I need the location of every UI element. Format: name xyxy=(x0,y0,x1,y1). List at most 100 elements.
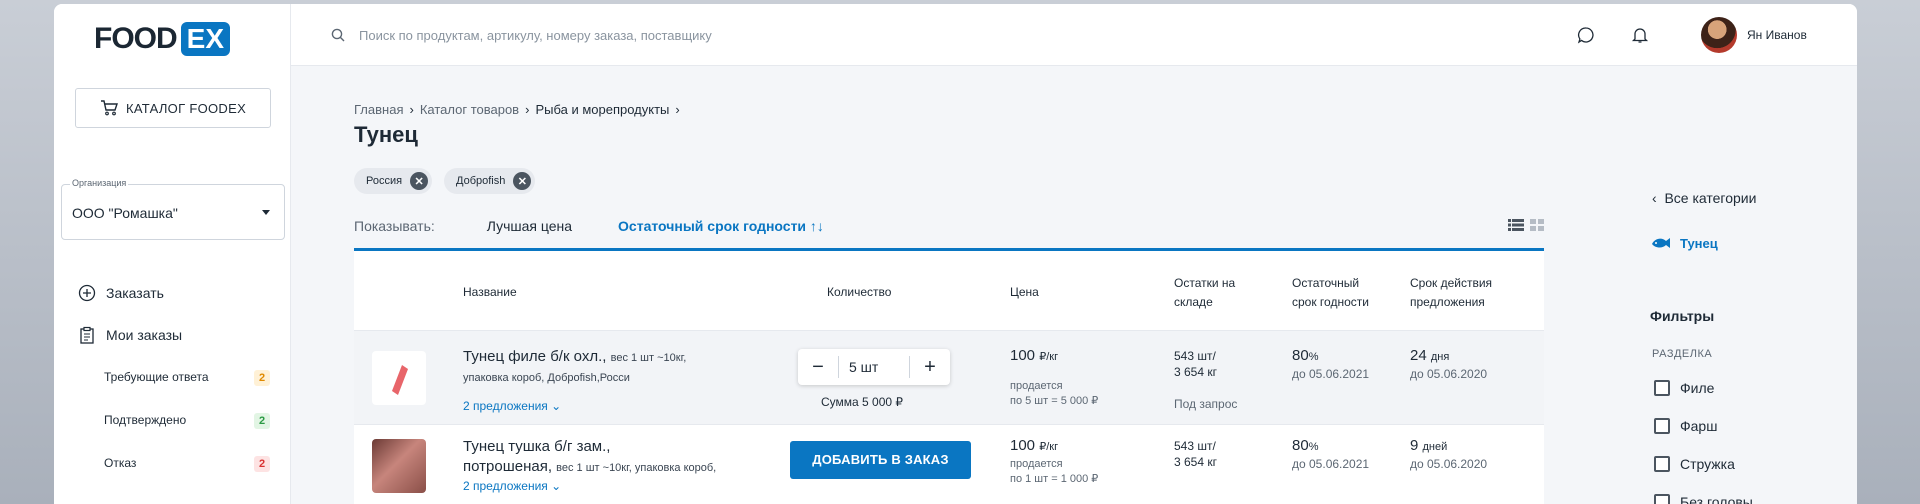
filter-option-label: Филе xyxy=(1680,380,1715,396)
validity-date: до 05.06.2020 xyxy=(1410,457,1488,471)
search-input[interactable] xyxy=(359,22,1259,48)
count-badge: 2 xyxy=(254,413,270,429)
chat-icon[interactable] xyxy=(1577,26,1595,44)
current-category[interactable]: Тунец xyxy=(1650,234,1718,252)
sort-best-price[interactable]: Лучшая цена xyxy=(487,218,572,234)
menu-item-label: Мои заказы xyxy=(106,327,183,343)
filter-option-flakes[interactable]: Стружка xyxy=(1654,456,1735,472)
header-shelf-line2[interactable]: срок годности xyxy=(1292,293,1369,312)
shelf-life-value: 80 xyxy=(1292,437,1309,454)
price: 100 ₽/кг xyxy=(1010,437,1058,454)
checkbox[interactable] xyxy=(1654,456,1670,472)
validity-date: до 05.06.2020 xyxy=(1410,367,1488,381)
stock-weight: 3 654 кг xyxy=(1174,455,1217,469)
header-validity-line1[interactable]: Срок действия xyxy=(1410,274,1492,293)
organization-label: Организация xyxy=(70,178,129,188)
offer-validity: 9 дней xyxy=(1410,437,1447,454)
table-header: Название Количество Цена Остатки на скла… xyxy=(354,251,1544,331)
validity-unit: дня xyxy=(1430,351,1450,363)
all-categories-link[interactable]: ‹ Все категории xyxy=(1652,190,1756,206)
checkbox[interactable] xyxy=(1654,494,1670,504)
shelf-life: 80% xyxy=(1292,347,1318,364)
breadcrumb-catalog[interactable]: Каталог товаров xyxy=(420,102,519,117)
filter-option-label: Без головы xyxy=(1680,494,1753,504)
filters-panel: ‹ Все категории Тунец Фильтры РАЗДЕЛКА Ф… xyxy=(1602,66,1857,504)
filters-title: Фильтры xyxy=(1650,308,1715,324)
shelf-life-unit: % xyxy=(1308,351,1319,363)
price-note: по 1 шт = 1 000 ₽ xyxy=(1010,473,1099,485)
shelf-life-date: до 05.06.2021 xyxy=(1292,367,1370,381)
price: 100 ₽/кг xyxy=(1010,347,1058,364)
filter-group-title: РАЗДЕЛКА xyxy=(1652,348,1713,360)
header-price[interactable]: Цена xyxy=(1010,283,1039,302)
bell-icon[interactable] xyxy=(1631,26,1649,44)
close-icon[interactable]: ✕ xyxy=(513,172,532,190)
filter-option-headless[interactable]: Без головы xyxy=(1654,494,1753,504)
caret-down-icon xyxy=(262,210,270,215)
filter-option-fillet[interactable]: Филе xyxy=(1654,380,1714,396)
table-row[interactable]: Тунец тушка б/г зам., потрошеная, вес 1 … xyxy=(354,425,1544,504)
chevron-down-icon: ⌄ xyxy=(551,479,562,493)
breadcrumb-home[interactable]: Главная xyxy=(354,102,403,117)
logo[interactable]: FOOD EX xyxy=(94,22,231,56)
search-icon xyxy=(331,28,345,42)
logo-ex: EX xyxy=(180,22,231,56)
offers-link[interactable]: 2 предложения ⌄ xyxy=(463,479,561,493)
close-icon[interactable]: ✕ xyxy=(410,172,429,190)
add-to-order-button[interactable]: ДОБАВИТЬ В ЗАКАЗ xyxy=(790,441,971,479)
grid-view-icon[interactable] xyxy=(1530,218,1544,232)
logo-food: FOOD xyxy=(94,22,178,55)
avatar[interactable] xyxy=(1701,17,1737,53)
sub-item-label: Требующие ответа xyxy=(104,370,209,384)
current-category-label: Тунец xyxy=(1680,235,1718,251)
header-stock-line2[interactable]: складе xyxy=(1174,293,1213,312)
list-view-icon[interactable] xyxy=(1508,218,1524,232)
header-stock-line1[interactable]: Остатки на xyxy=(1174,274,1235,293)
price-note: продается xyxy=(1010,380,1063,392)
header-qty[interactable]: Количество xyxy=(827,283,891,302)
quantity-value[interactable]: 5 шт xyxy=(838,356,910,378)
decrement-button[interactable]: − xyxy=(798,356,838,379)
catalog-button[interactable]: КАТАЛОГ FOODEX xyxy=(75,88,271,128)
product-name[interactable]: Тунец тушка б/г зам., xyxy=(463,437,783,457)
all-categories-label: Все категории xyxy=(1664,190,1757,206)
product-name-line: потрошеная, вес 1 шт ~10кг, упаковка кор… xyxy=(463,457,783,478)
stock-weight: 3 654 кг xyxy=(1174,365,1217,379)
sort-bar: Показывать: Лучшая цена Остаточный срок … xyxy=(354,212,1544,240)
sub-item-rejected[interactable]: Отказ 2 xyxy=(104,456,270,472)
breadcrumb-fish[interactable]: Рыба и морепродукты xyxy=(535,102,669,117)
sub-item-label: Подтверждено xyxy=(104,413,187,427)
product-details: вес 1 шт ~10кг, xyxy=(610,352,687,364)
price-unit: ₽/кг xyxy=(1039,441,1059,453)
user-name[interactable]: Ян Иванов xyxy=(1747,28,1807,42)
filter-option-label: Стружка xyxy=(1680,456,1735,472)
offers-label: 2 предложения xyxy=(463,399,548,413)
filter-chip-brand: Добрofish ✕ xyxy=(444,168,536,194)
on-request-link[interactable]: Под запрос xyxy=(1174,397,1237,411)
organization-select[interactable]: Организация ООО "Ромашка" xyxy=(61,178,285,240)
sub-item-confirmed[interactable]: Подтверждено 2 xyxy=(104,413,270,429)
product-title: Тунец филе б/к охл., xyxy=(463,348,607,365)
header-name[interactable]: Название xyxy=(463,283,517,302)
header-validity-line2[interactable]: предложения xyxy=(1410,293,1485,312)
menu-item-my-orders[interactable]: Мои заказы xyxy=(78,326,182,344)
menu-item-label: Заказать xyxy=(106,285,164,301)
sub-item-awaiting[interactable]: Требующие ответа 2 xyxy=(104,370,270,386)
header-shelf-line1[interactable]: Остаточный xyxy=(1292,274,1359,293)
page-title: Тунец xyxy=(354,122,418,147)
increment-button[interactable]: + xyxy=(910,356,950,379)
product-title: потрошеная, xyxy=(463,458,552,475)
filter-option-mince[interactable]: Фарш xyxy=(1654,418,1717,434)
chevron-down-icon: ⌄ xyxy=(551,399,562,413)
price-note: по 5 шт = 5 000 ₽ xyxy=(1010,395,1099,407)
menu-item-order[interactable]: Заказать xyxy=(78,284,164,302)
sort-shelf-life[interactable]: Остаточный срок годности ↑↓ xyxy=(618,218,824,234)
product-title: Тунец тушка б/г зам., xyxy=(463,438,611,455)
offers-link[interactable]: 2 предложения ⌄ xyxy=(463,399,561,413)
checkbox[interactable] xyxy=(1654,380,1670,396)
checkbox[interactable] xyxy=(1654,418,1670,434)
table-row[interactable]: Тунец филе б/к охл., вес 1 шт ~10кг, упа… xyxy=(354,331,1544,425)
product-name[interactable]: Тунец филе б/к охл., вес 1 шт ~10кг, xyxy=(463,347,783,368)
product-details: вес 1 шт ~10кг, упаковка короб, xyxy=(556,462,717,474)
breadcrumb-separator: › xyxy=(409,102,414,117)
